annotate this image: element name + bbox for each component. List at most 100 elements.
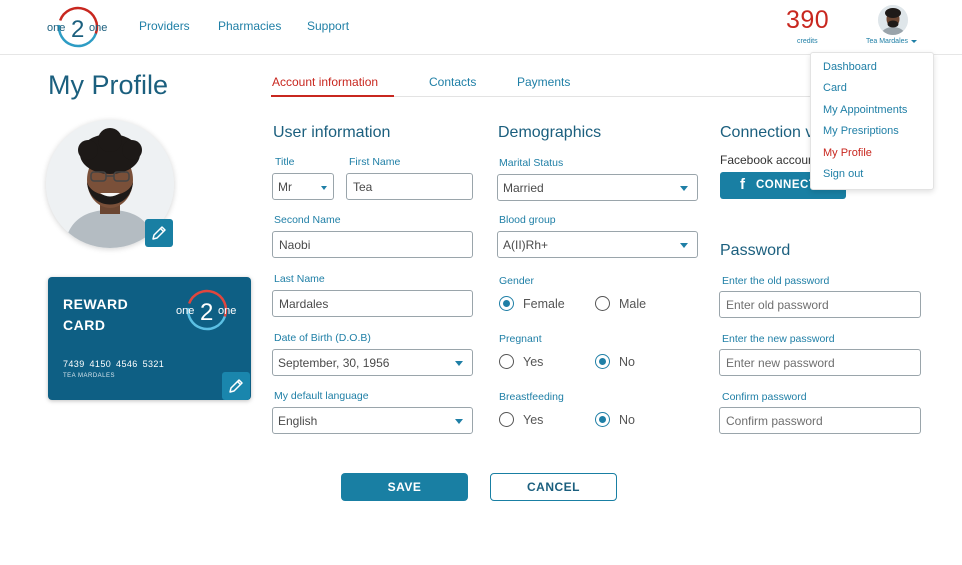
- pregnant-no-option[interactable]: No: [595, 354, 635, 369]
- section-title-password: Password: [720, 242, 791, 259]
- gender-female-option[interactable]: Female: [499, 296, 565, 311]
- menu-item-appointments[interactable]: My Appointments: [823, 104, 907, 116]
- menu-item-prescriptions[interactable]: My Presriptions: [823, 125, 899, 137]
- gender-male-radio[interactable]: [595, 296, 610, 311]
- title-select[interactable]: Mr: [272, 173, 334, 200]
- one2one-logo[interactable]: one 2 one: [47, 4, 109, 50]
- breastfeeding-yes-label: Yes: [523, 412, 544, 427]
- language-select[interactable]: English: [272, 407, 473, 434]
- chevron-down-icon: [680, 186, 688, 191]
- pencil-icon: [229, 379, 243, 393]
- second-name-input[interactable]: [272, 231, 473, 258]
- card-number: 7439 4150 4546 5321: [63, 359, 165, 369]
- old-password-input[interactable]: [719, 291, 921, 318]
- credits-count: 390: [786, 6, 830, 34]
- breastfeeding-no-label: No: [619, 412, 635, 427]
- card-logo: one 2 one: [176, 287, 238, 333]
- top-header: one 2 one Providers Pharmacies Support 3…: [0, 0, 962, 55]
- blood-group-value: A(II)Rh+: [503, 238, 549, 252]
- title-select-value: Mr: [278, 180, 292, 194]
- menu-item-sign-out[interactable]: Sign out: [823, 168, 863, 180]
- marital-status-value: Married: [503, 181, 544, 195]
- reward-card-title: REWARD CARD: [63, 296, 129, 333]
- label-pregnant: Pregnant: [499, 333, 542, 345]
- label-second-name: Second Name: [274, 214, 341, 226]
- nav-support[interactable]: Support: [307, 19, 349, 33]
- gender-male-label: Male: [619, 296, 647, 311]
- blood-group-select[interactable]: A(II)Rh+: [497, 231, 698, 258]
- gender-female-radio[interactable]: [499, 296, 514, 311]
- chevron-down-icon: [911, 39, 918, 43]
- section-title-demographics: Demographics: [498, 124, 602, 141]
- user-dropdown-menu: Dashboard Card My Appointments My Presri…: [810, 52, 934, 190]
- dob-select[interactable]: September, 30, 1956: [272, 349, 473, 376]
- card-logo-mid: 2: [200, 299, 213, 326]
- label-old-password: Enter the old password: [722, 275, 830, 287]
- gender-male-option[interactable]: Male: [595, 296, 646, 311]
- card-logo-left: one: [176, 305, 194, 317]
- breastfeeding-no-radio[interactable]: [595, 412, 610, 427]
- pregnant-no-radio[interactable]: [595, 354, 610, 369]
- pregnant-yes-label: Yes: [523, 354, 544, 369]
- logo-text-left: one: [47, 22, 65, 34]
- label-blood-group: Blood group: [499, 214, 556, 226]
- last-name-input[interactable]: [272, 290, 473, 317]
- card-holder-name: TEA MARDALES: [63, 373, 116, 379]
- logo-mark-icon: one 2 one: [47, 6, 107, 48]
- page-title: My Profile: [48, 70, 169, 100]
- label-dob: Date of Birth (D.O.B): [274, 332, 371, 344]
- tab-payments[interactable]: Payments: [517, 75, 570, 89]
- first-name-input[interactable]: [346, 173, 473, 200]
- pregnant-yes-radio[interactable]: [499, 354, 514, 369]
- facebook-icon: f: [740, 176, 745, 193]
- credits-label: credits: [797, 38, 818, 45]
- menu-item-dashboard[interactable]: Dashboard: [823, 61, 877, 73]
- gender-female-label: Female: [523, 296, 565, 311]
- save-button[interactable]: SAVE: [341, 473, 468, 501]
- new-password-input[interactable]: [719, 349, 921, 376]
- cancel-button[interactable]: CANCEL: [490, 473, 617, 501]
- logo-text-right: one: [89, 22, 107, 34]
- logo-mark-icon: one 2 one: [176, 289, 236, 331]
- chevron-down-icon: [455, 361, 463, 366]
- chevron-down-icon: [680, 243, 688, 248]
- marital-status-select[interactable]: Married: [497, 174, 698, 201]
- pencil-icon: [152, 226, 166, 240]
- breastfeeding-yes-radio[interactable]: [499, 412, 514, 427]
- menu-item-my-profile[interactable]: My Profile: [823, 147, 872, 159]
- user-avatar[interactable]: [878, 5, 908, 35]
- facebook-connect-label: CONNECT: [756, 179, 817, 191]
- tab-account-information[interactable]: Account information: [272, 75, 378, 89]
- label-title: Title: [275, 156, 295, 168]
- language-select-value: English: [278, 414, 318, 428]
- logo-text-mid: 2: [71, 16, 84, 43]
- card-logo-right: one: [218, 305, 236, 317]
- chevron-down-icon: [321, 186, 327, 190]
- label-marital-status: Marital Status: [499, 157, 564, 169]
- breastfeeding-no-option[interactable]: No: [595, 412, 635, 427]
- label-last-name: Last Name: [274, 273, 325, 285]
- menu-item-card[interactable]: Card: [823, 82, 847, 94]
- label-breastfeeding: Breastfeeding: [499, 391, 564, 403]
- reward-card[interactable]: REWARD CARD one 2 one 7439 4150 4546 532…: [48, 277, 251, 400]
- breastfeeding-yes-option[interactable]: Yes: [499, 412, 543, 427]
- label-new-password: Enter the new password: [722, 333, 835, 345]
- dob-select-value: September, 30, 1956: [278, 356, 390, 370]
- label-first-name: First Name: [349, 156, 401, 168]
- edit-photo-button[interactable]: [145, 219, 173, 247]
- pregnant-yes-option[interactable]: Yes: [499, 354, 543, 369]
- nav-pharmacies[interactable]: Pharmacies: [218, 19, 281, 33]
- nav-providers[interactable]: Providers: [139, 19, 190, 33]
- chevron-down-icon: [455, 419, 463, 424]
- label-gender: Gender: [499, 275, 535, 287]
- label-language: My default language: [274, 390, 369, 402]
- user-name-text: Tea Mardales: [866, 38, 909, 45]
- edit-card-button[interactable]: [222, 372, 250, 400]
- confirm-password-input[interactable]: [719, 407, 921, 434]
- section-title-user-info: User information: [273, 124, 391, 141]
- pregnant-no-label: No: [619, 354, 635, 369]
- tab-contacts[interactable]: Contacts: [429, 75, 476, 89]
- active-tab-indicator: [271, 95, 394, 97]
- avatar-portrait-icon: [878, 5, 908, 35]
- user-name-toggle[interactable]: Tea Mardales: [866, 38, 918, 45]
